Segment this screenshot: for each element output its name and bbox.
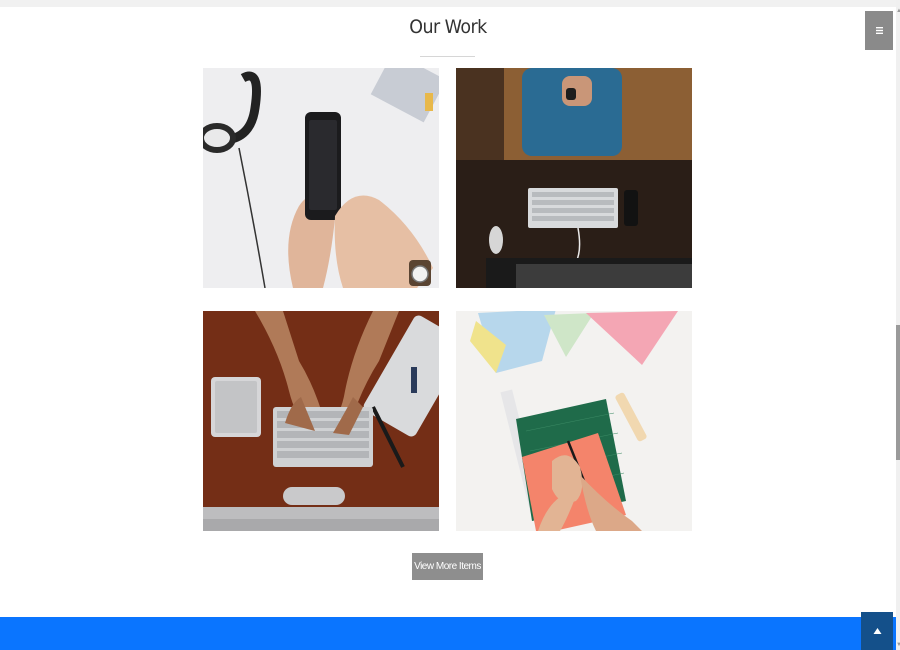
portfolio-image: [456, 311, 692, 531]
title-divider: [420, 56, 475, 57]
scrollbar-thumb[interactable]: [896, 325, 900, 460]
portfolio-item-typing[interactable]: [203, 311, 439, 531]
portfolio-image: [203, 68, 439, 288]
view-more-items-button[interactable]: View More Items: [412, 553, 483, 580]
menu-toggle-button[interactable]: [865, 11, 893, 50]
scroll-down-icon[interactable]: ▼: [896, 642, 900, 648]
top-strip: [0, 0, 896, 7]
portfolio-image: [203, 311, 439, 531]
back-to-top-button[interactable]: [861, 612, 893, 650]
portfolio-image: [456, 68, 692, 288]
portfolio-item-drawing[interactable]: [456, 311, 692, 531]
section-title: Our Work: [409, 16, 487, 38]
footer-band: [0, 617, 896, 650]
hamburger-icon: [875, 27, 883, 34]
chevron-up-icon: [873, 628, 881, 634]
portfolio-item-phone[interactable]: [203, 68, 439, 288]
portfolio-item-desk[interactable]: [456, 68, 692, 288]
scroll-up-icon[interactable]: ▲: [896, 8, 900, 14]
